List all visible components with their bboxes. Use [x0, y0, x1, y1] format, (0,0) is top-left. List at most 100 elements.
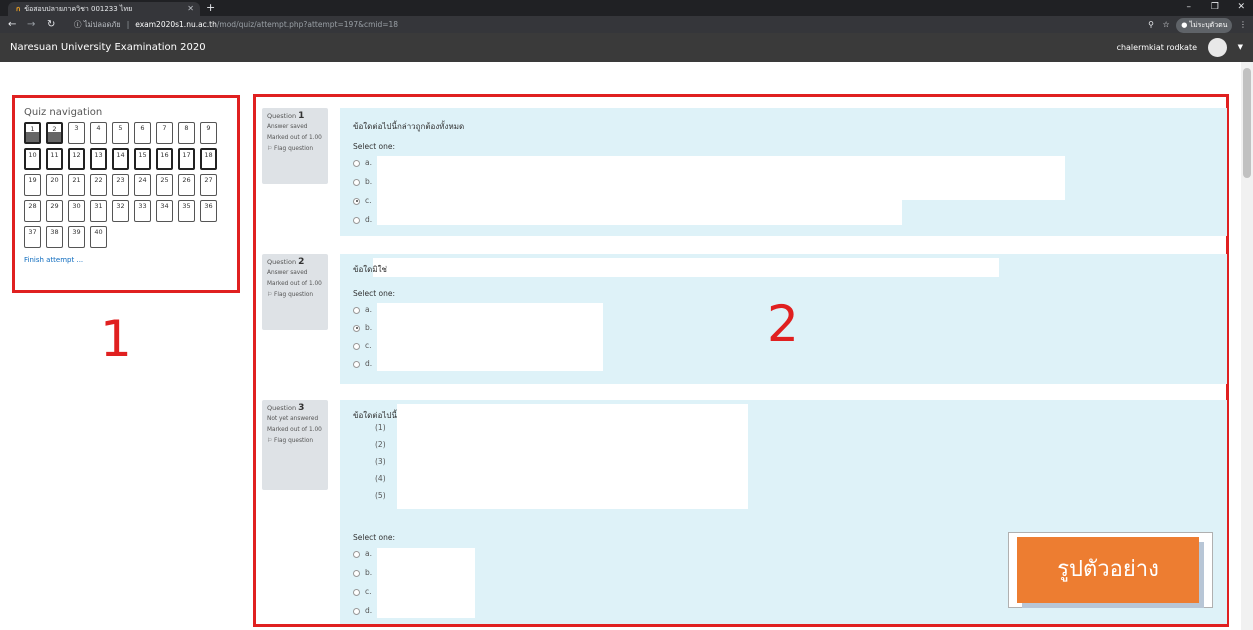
profile-label: ไม่ระบุตัวตน: [1189, 21, 1228, 29]
site-title[interactable]: Naresuan University Examination 2020: [10, 33, 206, 62]
answer-option[interactable]: c.: [353, 196, 372, 205]
question-nav-button[interactable]: 9: [200, 122, 217, 144]
finish-attempt-link[interactable]: Finish attempt ...: [24, 256, 237, 264]
answer-option[interactable]: d.: [353, 606, 372, 615]
answer-option[interactable]: c.: [353, 587, 372, 596]
statement-number: (5): [375, 491, 386, 500]
question-nav-button[interactable]: 27: [200, 174, 217, 196]
question-nav-button[interactable]: 6: [134, 122, 151, 144]
question-nav-button[interactable]: 23: [112, 174, 129, 196]
profile-chip[interactable]: ● ไม่ระบุตัวตน: [1176, 18, 1233, 33]
question-nav-button[interactable]: 17: [178, 148, 195, 170]
radio-button[interactable]: [353, 360, 360, 368]
radio-button[interactable]: [353, 550, 360, 558]
radio-button[interactable]: [353, 197, 360, 205]
tab-title: ข้อสอบปลายภาควิชา 001233 ไทย: [24, 5, 133, 13]
question-nav-button[interactable]: 4: [90, 122, 107, 144]
radio-button[interactable]: [353, 569, 360, 577]
question-nav-button[interactable]: 2: [46, 122, 63, 144]
answer-option[interactable]: c.: [353, 341, 372, 350]
radio-button[interactable]: [353, 607, 360, 615]
flag-question-button[interactable]: ⚐ Flag question: [267, 291, 323, 299]
question-state: Answer saved: [267, 124, 308, 130]
flag-question-button[interactable]: ⚐ Flag question: [267, 145, 323, 153]
question-marks: Marked out of 1.00: [267, 135, 322, 141]
question-nav-button[interactable]: 40: [90, 226, 107, 248]
restore-icon[interactable]: ❐: [1211, 2, 1219, 12]
question-nav-button[interactable]: 3: [68, 122, 85, 144]
question-nav-button[interactable]: 35: [178, 200, 195, 222]
question-nav-button[interactable]: 16: [156, 148, 173, 170]
question-nav-button[interactable]: 7: [156, 122, 173, 144]
radio-button[interactable]: [353, 306, 360, 314]
zoom-icon[interactable]: ⚲: [1148, 20, 1154, 29]
answer-option[interactable]: b.: [353, 568, 372, 577]
browser-tab[interactable]: กข้อสอบปลายภาควิชา 001233 ไทย ✕: [8, 2, 200, 16]
question-nav-button[interactable]: 1: [24, 122, 41, 144]
flag-question-button[interactable]: ⚐ Flag question: [267, 437, 323, 445]
radio-button[interactable]: [353, 178, 360, 186]
question-nav-button[interactable]: 15: [134, 148, 151, 170]
question-nav-button[interactable]: 37: [24, 226, 41, 248]
info-icon[interactable]: ⓘ: [74, 20, 82, 29]
question-nav-button[interactable]: 29: [46, 200, 63, 222]
question-nav-button[interactable]: 32: [112, 200, 129, 222]
new-tab-icon[interactable]: +: [206, 1, 215, 14]
question-nav-button[interactable]: 8: [178, 122, 195, 144]
answer-option[interactable]: a.: [353, 158, 372, 167]
address-bar: ← → ↻ ⓘ ไม่ปลอดภัย | exam2020s1.nu.ac.th/m…: [0, 16, 1253, 33]
question-nav-button[interactable]: 25: [156, 174, 173, 196]
redacted-answer-area: [377, 548, 475, 618]
radio-button[interactable]: [353, 342, 360, 350]
question-nav-button[interactable]: 34: [156, 200, 173, 222]
question-nav-button[interactable]: 28: [24, 200, 41, 222]
question-nav-button[interactable]: 14: [112, 148, 129, 170]
radio-button[interactable]: [353, 159, 360, 167]
question-nav-button[interactable]: 18: [200, 148, 217, 170]
question-nav-button[interactable]: 31: [90, 200, 107, 222]
answer-option[interactable]: b.: [353, 177, 372, 186]
tab-close-icon[interactable]: ✕: [187, 2, 194, 16]
question-nav-button[interactable]: 13: [90, 148, 107, 170]
question-nav-button[interactable]: 10: [24, 148, 41, 170]
back-icon[interactable]: ←: [8, 18, 16, 31]
question-nav-button[interactable]: 5: [112, 122, 129, 144]
question-nav-button[interactable]: 30: [68, 200, 85, 222]
radio-button[interactable]: [353, 324, 360, 332]
question-nav-button[interactable]: 21: [68, 174, 85, 196]
question-nav-button[interactable]: 39: [68, 226, 85, 248]
answer-option[interactable]: a.: [353, 549, 372, 558]
question-nav-button[interactable]: 11: [46, 148, 63, 170]
question-nav-button[interactable]: 20: [46, 174, 63, 196]
radio-button[interactable]: [353, 588, 360, 596]
question-nav-button[interactable]: 19: [24, 174, 41, 196]
answer-option[interactable]: d.: [353, 215, 372, 224]
avatar[interactable]: [1208, 38, 1227, 57]
answer-option[interactable]: d.: [353, 359, 372, 368]
close-window-icon[interactable]: ✕: [1237, 2, 1245, 12]
select-one-label: Select one:: [353, 289, 396, 298]
bookmark-star-icon[interactable]: ☆: [1162, 20, 1169, 29]
security-label: ไม่ปลอดภัย: [83, 20, 121, 29]
question-nav-button[interactable]: 36: [200, 200, 217, 222]
radio-button[interactable]: [353, 216, 360, 224]
user-name[interactable]: chalermkiat rodkate: [1117, 33, 1197, 62]
question-nav-button[interactable]: 33: [134, 200, 151, 222]
menu-dots-icon[interactable]: ⋮: [1239, 20, 1247, 29]
question-nav-button[interactable]: 26: [178, 174, 195, 196]
scrollbar-thumb[interactable]: [1243, 68, 1251, 178]
answer-option[interactable]: a.: [353, 305, 372, 314]
question-nav-button[interactable]: 24: [134, 174, 151, 196]
question-nav-button[interactable]: 22: [90, 174, 107, 196]
forward-icon[interactable]: →: [27, 18, 35, 31]
option-letter: a.: [365, 549, 372, 558]
reload-icon[interactable]: ↻: [47, 18, 55, 31]
question-nav-button[interactable]: 38: [46, 226, 63, 248]
question-nav-button[interactable]: 12: [68, 148, 85, 170]
redacted-question-area: [397, 404, 748, 509]
answer-option[interactable]: b.: [353, 323, 372, 332]
url-field[interactable]: ⓘ ไม่ปลอดภัย | exam2020s1.nu.ac.th/mod/qui…: [74, 17, 1124, 32]
option-letter: a.: [365, 305, 372, 314]
chevron-down-icon[interactable]: ▼: [1238, 33, 1243, 62]
minimize-icon[interactable]: –: [1187, 2, 1192, 12]
